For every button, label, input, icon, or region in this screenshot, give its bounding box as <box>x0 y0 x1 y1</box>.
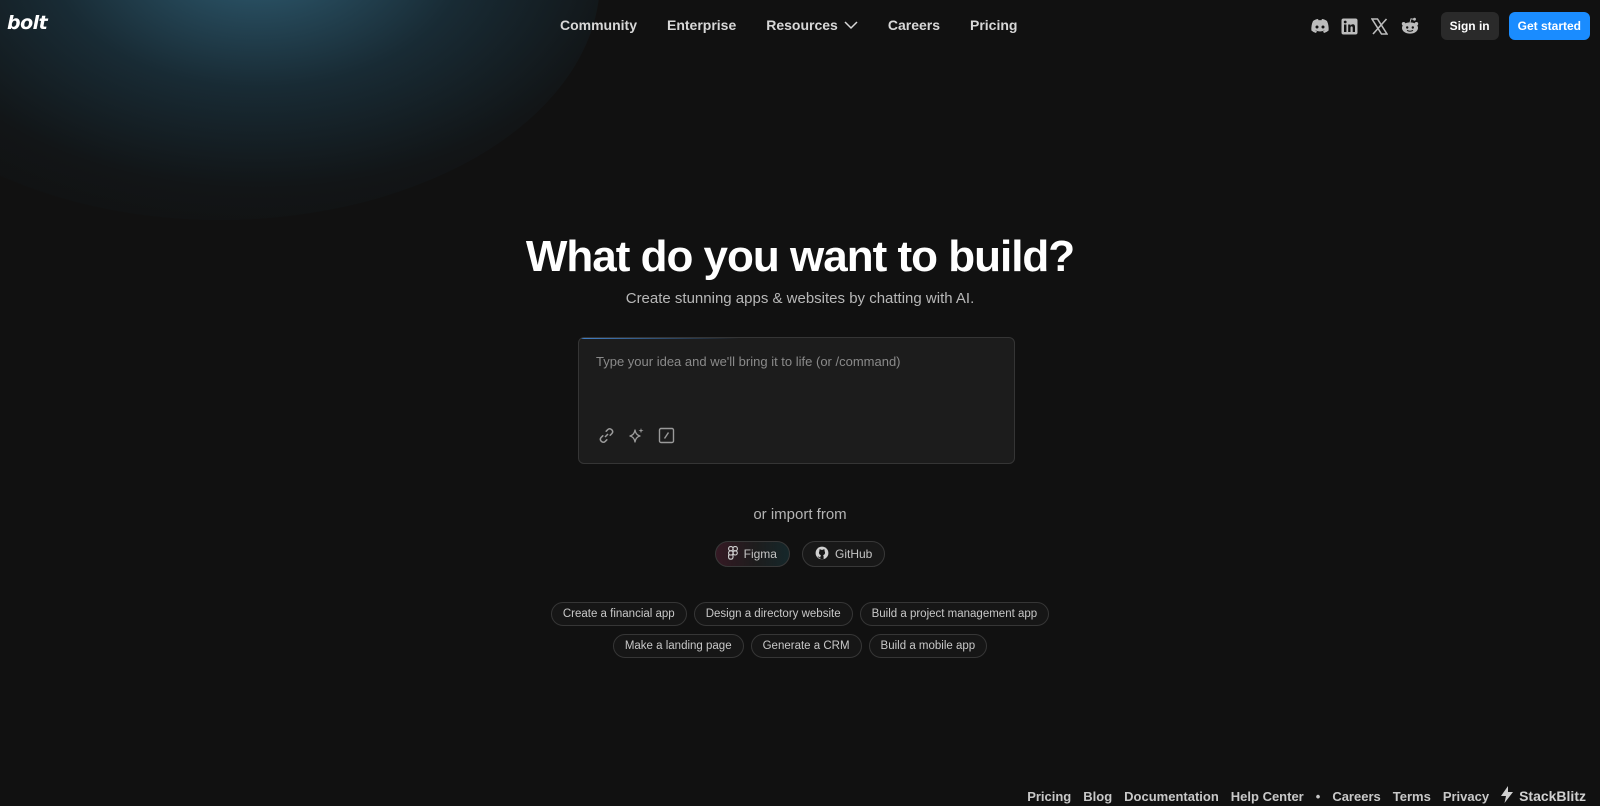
nav-label: Enterprise <box>667 17 737 33</box>
nav-label: Pricing <box>970 17 1018 33</box>
footer-link-pricing[interactable]: Pricing <box>1027 789 1071 804</box>
prompt-input[interactable] <box>594 352 998 416</box>
import-label: or import from <box>753 506 847 523</box>
suggestion-chip[interactable]: Build a mobile app <box>868 634 988 658</box>
footer: Pricing Blog Documentation Help Center •… <box>1015 786 1586 806</box>
footer-link-careers[interactable]: Careers <box>1332 789 1380 804</box>
figma-icon <box>727 545 738 563</box>
sparkle-icon[interactable] <box>627 426 645 444</box>
footer-link-blog[interactable]: Blog <box>1083 789 1112 804</box>
nav-label: Careers <box>887 17 940 33</box>
command-icon[interactable] <box>657 426 675 444</box>
nav-label: Community <box>560 17 637 33</box>
link-icon[interactable] <box>597 426 615 444</box>
nav-community[interactable]: Community <box>560 17 637 33</box>
brand-label: StackBlitz <box>1519 788 1586 804</box>
figma-label: Figma <box>743 547 777 561</box>
bolt-logo[interactable]: bolt <box>7 12 48 34</box>
suggestion-chip[interactable]: Build a project management app <box>859 602 1050 626</box>
github-label: GitHub <box>834 547 873 561</box>
suggestion-row: Create a financial app Design a director… <box>0 602 1600 626</box>
nav-careers[interactable]: Careers <box>888 17 940 33</box>
linkedin-icon[interactable] <box>1339 15 1361 37</box>
suggestion-chip[interactable]: Make a landing page <box>612 634 744 658</box>
reddit-icon[interactable] <box>1399 15 1421 37</box>
suggestion-chip[interactable]: Generate a CRM <box>750 634 862 658</box>
chevron-down-icon <box>844 20 858 30</box>
main-nav: Community Enterprise Resources Careers P… <box>560 17 1047 33</box>
header: bolt Community Enterprise Resources Care… <box>0 0 1600 52</box>
prompt-box <box>578 337 1015 464</box>
footer-separator: • <box>1315 788 1321 804</box>
github-icon <box>815 546 829 563</box>
suggestions: Create a financial app Design a director… <box>0 602 1600 666</box>
suggestion-chip[interactable]: Design a directory website <box>693 602 853 626</box>
discord-icon[interactable] <box>1309 15 1331 37</box>
page: bolt Community Enterprise Resources Care… <box>0 0 1600 806</box>
header-actions: Sign in Get started <box>1309 12 1590 40</box>
x-icon[interactable] <box>1369 15 1391 37</box>
figma-import-button[interactable]: Figma <box>714 541 790 567</box>
get-started-button[interactable]: Get started <box>1508 12 1590 40</box>
page-title: What do you want to build? <box>525 232 1075 281</box>
footer-link-help-center[interactable]: Help Center <box>1231 789 1304 804</box>
nav-label: Resources <box>766 17 838 33</box>
suggestion-row: Make a landing page Generate a CRM Build… <box>0 634 1600 658</box>
nav-enterprise[interactable]: Enterprise <box>667 17 736 33</box>
prompt-toolbar <box>597 426 675 444</box>
sign-in-button[interactable]: Sign in <box>1440 12 1499 40</box>
footer-link-privacy[interactable]: Privacy <box>1443 789 1489 804</box>
stackblitz-logo[interactable]: StackBlitz <box>1501 786 1586 806</box>
footer-link-terms[interactable]: Terms <box>1393 789 1431 804</box>
hero-subtitle: Create stunning apps & websites by chatt… <box>625 290 975 307</box>
nav-resources[interactable]: Resources <box>766 17 858 33</box>
github-import-button[interactable]: GitHub <box>801 541 886 567</box>
footer-link-documentation[interactable]: Documentation <box>1124 789 1219 804</box>
import-options: Figma GitHub <box>0 541 1600 567</box>
suggestion-chip[interactable]: Create a financial app <box>550 602 687 626</box>
nav-pricing[interactable]: Pricing <box>970 17 1017 33</box>
lightning-icon <box>1501 786 1514 806</box>
